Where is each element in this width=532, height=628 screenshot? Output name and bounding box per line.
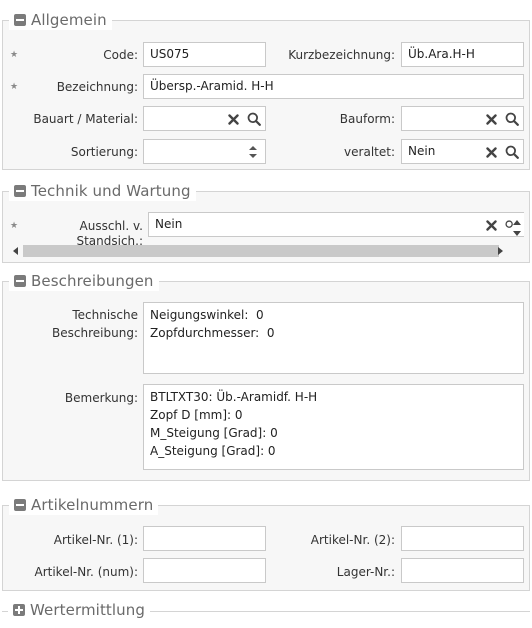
artikel-nr-2-label: Artikel-Nr. (2): xyxy=(310,533,395,547)
horizontal-scrollbar[interactable] xyxy=(9,243,509,259)
section-allgemein-header[interactable]: Allgemein xyxy=(9,10,112,30)
lager-nr-field[interactable] xyxy=(401,558,524,583)
text-line: M_Steigung [Grad]: 0 xyxy=(150,426,278,440)
ausschluss-value: Nein xyxy=(155,217,183,231)
collapse-icon[interactable] xyxy=(14,185,26,197)
artikel-nr-num-field[interactable] xyxy=(143,558,266,583)
collapse-icon[interactable] xyxy=(14,275,26,287)
section-wertermittlung-title: Wertermittlung xyxy=(30,601,146,619)
spinner-icon[interactable] xyxy=(245,143,261,161)
section-technik-title: Technik und Wartung xyxy=(31,182,191,200)
search-icon[interactable] xyxy=(504,111,520,127)
code-label: Code: xyxy=(103,48,138,62)
technische-beschreibung-label-2: Beschreibung: xyxy=(52,326,138,340)
required-star-icon: ★ xyxy=(10,50,19,60)
bemerkung-textarea[interactable]: BTLTXT30: Üb.-Aramidf. H-H Zopf D [mm]: … xyxy=(143,384,524,470)
collapse-icon[interactable] xyxy=(14,499,26,511)
section-artikelnummern-header[interactable]: Artikelnummern xyxy=(9,495,159,515)
clear-icon[interactable] xyxy=(225,111,241,127)
required-star-icon: ★ xyxy=(10,221,19,231)
text-line: Zopfdurchmesser: 0 xyxy=(150,326,275,340)
bezeichnung-label: Bezeichnung: xyxy=(56,80,138,94)
bauart-label: Bauart / Material: xyxy=(33,112,138,126)
text-line: BTLTXT30: Üb.-Aramidf. H-H xyxy=(150,390,318,404)
bauform-label: Bauform: xyxy=(339,112,395,126)
clear-icon[interactable] xyxy=(483,217,499,233)
code-field[interactable]: US075 xyxy=(143,42,266,67)
section-technik-header[interactable]: Technik und Wartung xyxy=(9,181,196,201)
section-beschreibungen-title: Beschreibungen xyxy=(31,272,154,290)
sortierung-label: Sortierung: xyxy=(70,145,138,159)
bauart-field[interactable] xyxy=(143,106,266,131)
lager-nr-label: Lager-Nr.: xyxy=(336,565,395,579)
veraltet-label: veraltet: xyxy=(344,145,395,159)
bemerkung-label: Bemerkung: xyxy=(64,391,138,405)
artikel-nr-2-field[interactable] xyxy=(401,526,524,551)
section-artikelnummern-title: Artikelnummern xyxy=(31,496,154,514)
section-beschreibungen-header[interactable]: Beschreibungen xyxy=(9,271,159,291)
scroll-down-icon xyxy=(513,231,521,236)
bauform-field[interactable] xyxy=(401,106,524,131)
scroll-right-icon xyxy=(498,247,503,255)
artikel-nr-num-label: Artikel-Nr. (num): xyxy=(34,565,139,579)
bezeichnung-field[interactable]: Übersp.-Aramid. H-H xyxy=(143,74,524,99)
scrollbar-thumb[interactable] xyxy=(23,245,499,257)
search-icon[interactable] xyxy=(504,144,520,160)
scroll-left-icon xyxy=(13,247,18,255)
artikel-nr-1-label: Artikel-Nr. (1): xyxy=(53,533,138,547)
ausschluss-field[interactable]: Nein xyxy=(148,212,524,237)
clear-icon[interactable] xyxy=(483,111,499,127)
clear-icon[interactable] xyxy=(483,144,499,160)
section-allgemein-title: Allgemein xyxy=(31,11,107,29)
scroll-up-icon xyxy=(513,220,521,225)
expand-icon[interactable] xyxy=(13,604,25,616)
collapse-icon[interactable] xyxy=(14,14,26,26)
technische-beschreibung-textarea[interactable]: Neigungswinkel: 0 Zopfdurchmesser: 0 xyxy=(143,302,524,374)
veraltet-value: Nein xyxy=(408,144,436,158)
text-line: Zopf D [mm]: 0 xyxy=(150,408,243,422)
veraltet-field[interactable]: Nein xyxy=(401,139,524,164)
text-line: A_Steigung [Grad]: 0 xyxy=(150,444,276,458)
required-star-icon: ★ xyxy=(10,82,19,92)
search-icon[interactable] xyxy=(246,111,262,127)
kurzbezeichnung-label: Kurzbezeichnung: xyxy=(288,48,395,62)
vertical-scrollbar[interactable] xyxy=(510,213,524,241)
text-line: Neigungswinkel: 0 xyxy=(150,308,264,322)
sortierung-field[interactable] xyxy=(143,139,266,164)
technische-beschreibung-label-1: Technische xyxy=(72,308,138,322)
artikel-nr-1-field[interactable] xyxy=(143,526,266,551)
kurzbezeichnung-field[interactable]: Üb.Ara.H-H xyxy=(401,42,524,67)
section-wertermittlung-header[interactable]: Wertermittlung xyxy=(8,600,151,620)
